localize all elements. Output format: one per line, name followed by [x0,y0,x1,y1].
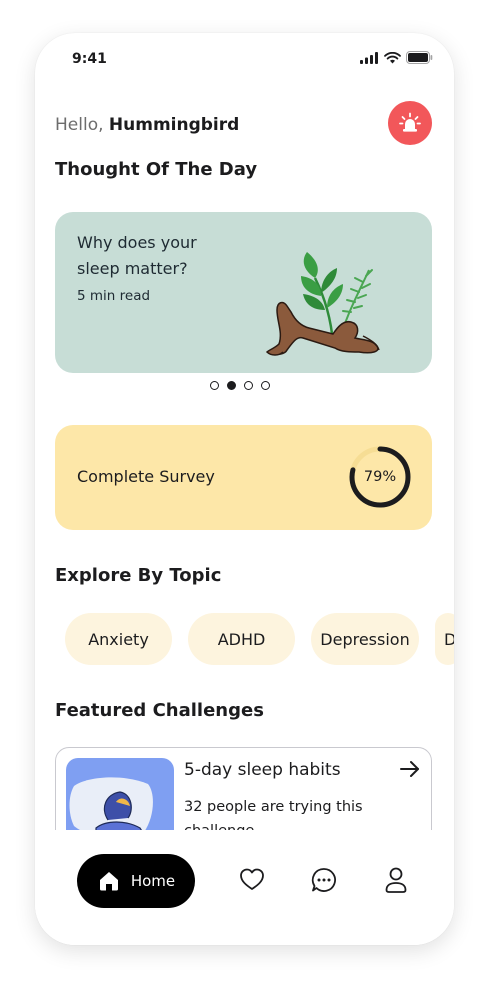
tab-home-label: Home [130,872,176,890]
topic-chip-anxiety[interactable]: Anxiety [65,613,172,665]
topic-chip-partial[interactable]: D [435,613,454,665]
section-title-featured: Featured Challenges [55,700,264,721]
carousel-dot[interactable] [210,381,219,390]
survey-label: Complete Survey [77,467,215,486]
user-name: Hummingbird [108,115,240,135]
carousel-dots [210,381,270,390]
carousel-dot-active[interactable] [227,381,236,390]
topic-chip-row: Anxiety ADHD Depression D [65,613,454,665]
topic-chip-adhd[interactable]: ADHD [188,613,295,665]
greeting-prefix: Hello, [55,115,104,135]
alarm-siren-icon [399,112,421,132]
survey-card[interactable]: Complete Survey 79% [55,425,432,530]
thought-read-time: 5 min read [77,288,151,304]
heart-icon[interactable] [238,866,266,894]
bottom-tab-bar: Home [35,830,454,945]
chat-bubble-icon[interactable] [310,866,338,894]
survey-percent: 79% [363,469,397,485]
battery-icon [406,51,433,64]
thought-question: Why does your sleep matter? [77,233,197,278]
status-bar: 9:41 [35,33,454,81]
home-icon [99,872,118,891]
greeting: Hello, Hummingbird [55,115,239,135]
thought-card[interactable]: Why does your sleep matter? 5 min read [55,212,432,373]
carousel-dot[interactable] [244,381,253,390]
profile-icon[interactable] [384,866,408,894]
signal-icon [360,51,378,64]
arrow-right-icon[interactable] [400,760,420,778]
challenge-title: 5-day sleep habits [184,760,341,780]
resting-person-plant-illustration [265,252,380,356]
section-title-thought: Thought Of The Day [55,159,258,180]
alert-button[interactable] [388,101,432,145]
carousel-dot[interactable] [261,381,270,390]
topic-chip-depression[interactable]: Depression [311,613,419,665]
section-title-explore: Explore By Topic [55,565,222,586]
wifi-icon [384,51,401,63]
status-icons [360,51,433,64]
status-time: 9:41 [72,51,107,67]
tab-home[interactable]: Home [77,854,195,908]
phone-frame: 9:41 Hello, Hummingbird Thought Of The D… [35,33,454,945]
